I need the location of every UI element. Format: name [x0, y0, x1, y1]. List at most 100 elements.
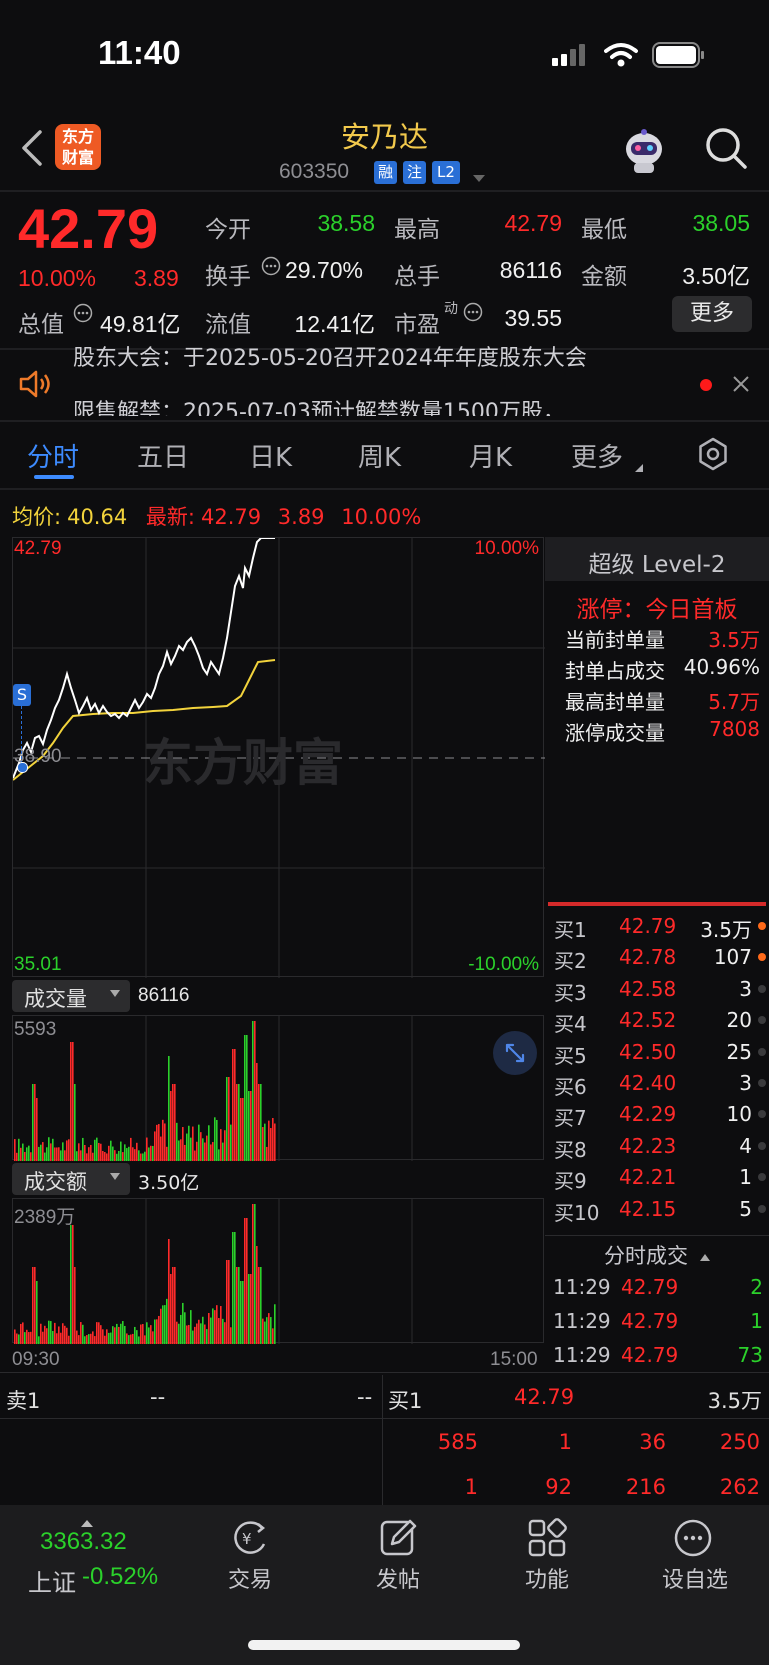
volume-bar [176, 1122, 178, 1161]
volume-bar [264, 1321, 266, 1344]
volume-bar [148, 1147, 150, 1161]
volume-bar [108, 1145, 110, 1161]
volume-bar [56, 1333, 58, 1344]
info-icon[interactable] [261, 256, 281, 276]
tick-trade-row: 11:29 42.79 1 [553, 1309, 763, 1339]
volume-bar [202, 1138, 204, 1161]
bid-row[interactable]: 买3 42.58 3 [554, 973, 766, 1005]
volume-bar [104, 1335, 106, 1344]
bid-qty: 25 [726, 1039, 752, 1064]
high-label: 最高 [394, 217, 440, 243]
settings-gear-icon[interactable] [695, 436, 731, 472]
volume-bar [88, 1147, 90, 1161]
volume-bar [224, 1322, 226, 1344]
volume-bar [240, 1098, 242, 1161]
wifi-icon [604, 42, 638, 68]
bid-row[interactable]: 买2 42.78 107 [554, 941, 766, 973]
level2-header[interactable]: 超级 Level-2 [545, 537, 769, 581]
bid-qty: 1 [739, 1165, 752, 1190]
nav-add-watchlist[interactable]: 设自选 [645, 1518, 745, 1598]
tab-more-caret-icon[interactable] [634, 458, 644, 472]
nav-functions[interactable]: 功能 [497, 1518, 597, 1598]
y-axis-high: 42.79 [14, 538, 62, 559]
tick-trades-title[interactable]: 分时成交 [545, 1240, 769, 1270]
search-icon[interactable] [704, 126, 748, 170]
volume-bar [48, 1137, 50, 1161]
bid-level-label: 买9 [554, 1169, 587, 1194]
bid-row[interactable]: 买5 42.50 25 [554, 1036, 766, 1068]
volume-bar [164, 1305, 166, 1344]
volume-bar [246, 1218, 248, 1344]
volume-bar [138, 1150, 140, 1161]
intraday-chart[interactable]: 东方财富 42.79 10.00% 38.90 35.01 -10.00% S [12, 537, 545, 978]
bid-level-label: 买8 [554, 1137, 587, 1162]
notice-line: 股东大会：于2025-05-20召开2024年年度股东大会 [73, 346, 587, 371]
pe-value: 39.55 [504, 305, 562, 331]
volume-value: 86116 [499, 257, 562, 283]
tab-five-day[interactable]: 五日 [137, 437, 189, 474]
info-icon[interactable] [73, 303, 93, 323]
market-cap-label: 总值 [18, 312, 64, 338]
high-value: 42.79 [504, 210, 562, 236]
pct-axis-high: 10.00% [474, 538, 539, 559]
volume-bar [170, 1091, 172, 1161]
close-icon[interactable] [731, 374, 751, 394]
queue-divider [382, 1375, 383, 1505]
sell-signal-marker[interactable]: S [13, 684, 31, 706]
volume-bar [164, 1123, 166, 1161]
volume-bar [192, 1330, 194, 1344]
volume-bar [140, 1324, 142, 1344]
index-change[interactable]: -0.52% [82, 1563, 158, 1591]
index-name[interactable]: 上证 [28, 1563, 76, 1598]
volume-bar [70, 1225, 72, 1344]
robot-assistant-icon[interactable] [620, 127, 668, 175]
expand-up-icon[interactable] [81, 1512, 93, 1527]
bid-row[interactable]: 买10 42.15 5 [554, 1193, 766, 1225]
volume-indicator-select[interactable]: 成交量 [12, 980, 130, 1012]
bid-price: 42.79 [619, 914, 677, 938]
volume-bar [30, 1152, 32, 1161]
bid-row[interactable]: 买9 42.21 1 [554, 1161, 766, 1194]
tab-more[interactable]: 更多 [571, 437, 623, 474]
dropdown-caret-icon[interactable] [472, 168, 486, 182]
volume-bar [28, 1332, 30, 1344]
volume-bar [250, 1274, 252, 1344]
bid-row[interactable]: 买8 42.23 4 [554, 1130, 766, 1162]
volume-bar [58, 1147, 60, 1161]
volume-bar [68, 1335, 70, 1344]
volume-bar [122, 1152, 124, 1161]
amount-indicator-select[interactable]: 成交额 [12, 1163, 130, 1195]
amount-chart: 2389万 [12, 1198, 544, 1344]
expand-icon[interactable] [493, 1031, 537, 1075]
volume-bar [188, 1324, 190, 1344]
index-value[interactable]: 3363.32 [40, 1528, 127, 1556]
volume-bar [216, 1305, 218, 1344]
volume-bar [256, 1246, 258, 1344]
bid-row[interactable]: 买4 42.52 20 [554, 1004, 766, 1036]
bid-row[interactable]: 买7 42.29 10 [554, 1098, 766, 1130]
bid-row[interactable]: 买1 42.79 3.5万 [554, 910, 766, 942]
volume-bar [220, 1129, 222, 1161]
volume-bar [224, 1130, 226, 1161]
volume-bar [150, 1325, 152, 1344]
tab-daily-k[interactable]: 日K [249, 437, 292, 474]
tab-monthly-k[interactable]: 月K [469, 437, 512, 474]
tab-intraday[interactable]: 分时 [27, 437, 79, 474]
info-icon[interactable] [463, 302, 483, 322]
volume-bar [118, 1150, 120, 1161]
volume-bar [80, 1322, 82, 1344]
registration-tag: 注 [403, 161, 426, 184]
more-button[interactable]: 更多 [672, 296, 752, 332]
notice-ticker[interactable]: 股东大会：于2025-05-20召开2024年年度股东大会 限售解禁：2025-… [73, 346, 693, 416]
bid-list[interactable]: 买1 42.79 3.5万 买2 42.78 107 买3 42.58 3 买4 42.52 20 买5… [548, 910, 766, 1235]
volume-bar [62, 1142, 64, 1161]
tab-weekly-k[interactable]: 周K [358, 437, 401, 474]
volume-bar [166, 1146, 168, 1161]
bid-row[interactable]: 买6 42.40 3 [554, 1067, 766, 1099]
volume-bar [40, 1144, 42, 1161]
queue-order-cell: 262 [719, 1475, 760, 1499]
volume-bar [16, 1152, 18, 1161]
nav-trade[interactable]: ¥ 交易 [200, 1518, 300, 1598]
nav-post[interactable]: 发帖 [348, 1518, 448, 1598]
volume-bar [178, 1323, 180, 1344]
